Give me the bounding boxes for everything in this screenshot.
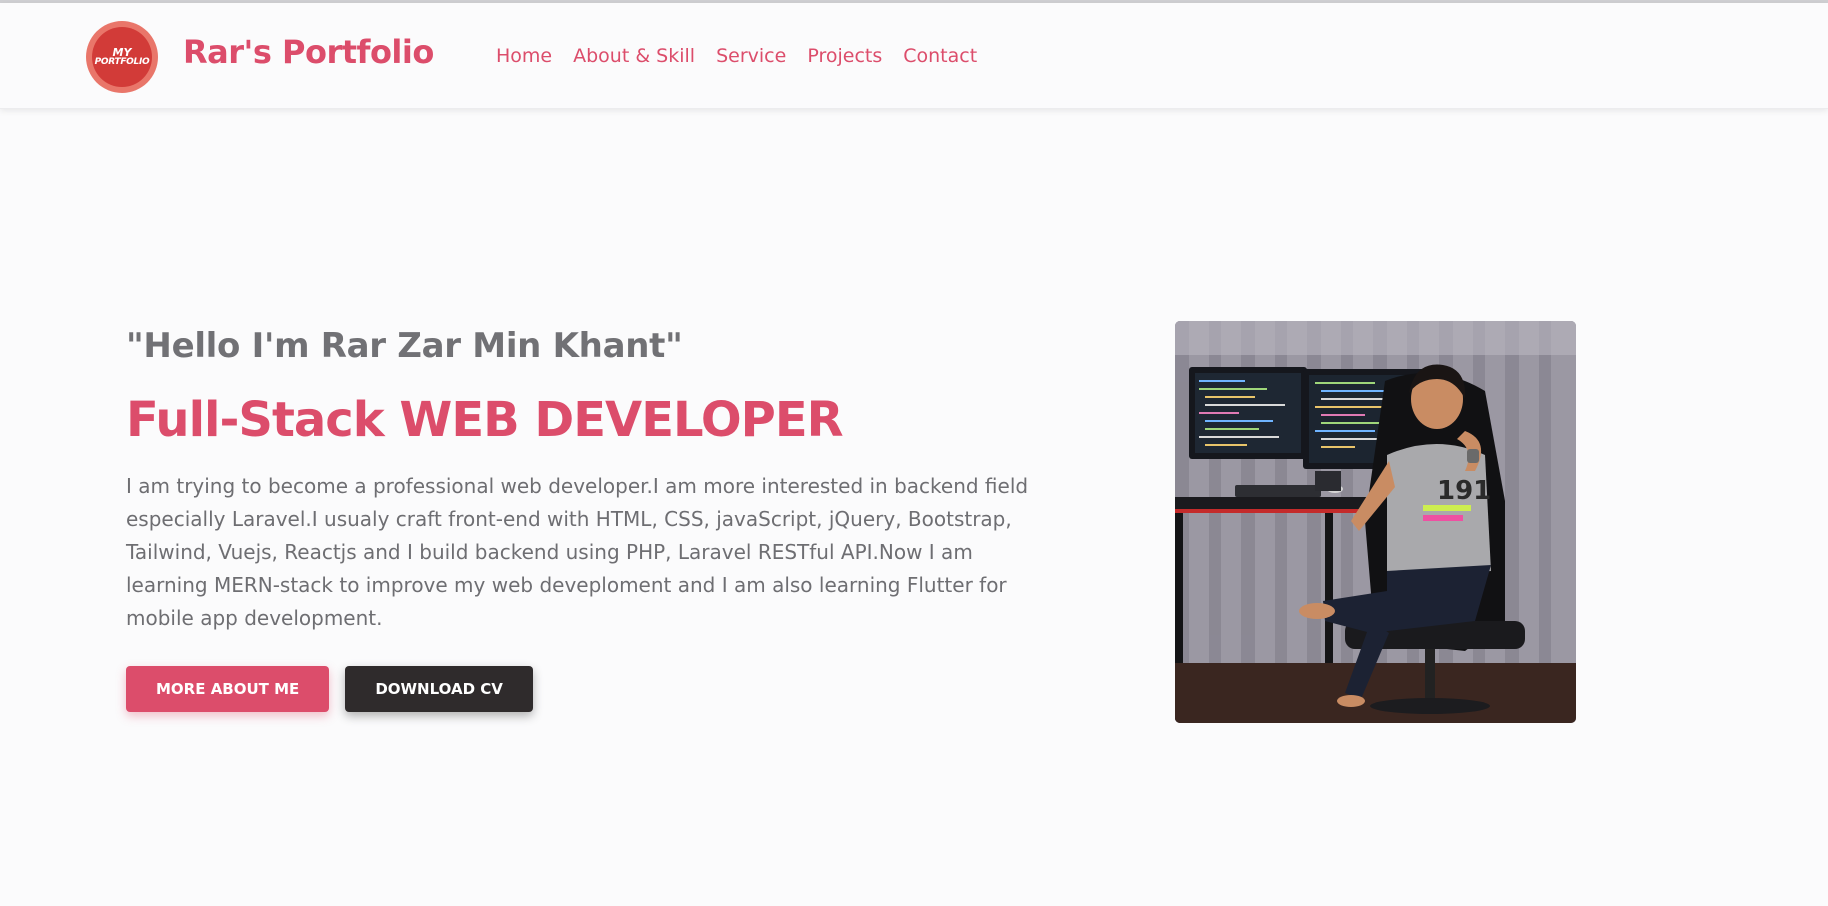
nav-item-service: Service xyxy=(716,45,786,67)
logo-text-line2: PORTFOLIO xyxy=(94,57,150,68)
portfolio-logo[interactable]: MY PORTFOLIO xyxy=(86,21,158,93)
nav-item-home: Home xyxy=(496,45,552,67)
wooden-floor xyxy=(1175,663,1576,723)
watch xyxy=(1467,449,1479,463)
profile-photo-illustration: 191 xyxy=(1175,321,1576,723)
nav-link-contact[interactable]: Contact xyxy=(903,45,977,67)
keyboard xyxy=(1235,485,1321,497)
hero-buttons: MORE ABOUT ME DOWNLOAD CV xyxy=(126,666,1046,712)
nav-item-contact: Contact xyxy=(903,45,977,67)
navbar: MY PORTFOLIO Rar's Portfolio Home About … xyxy=(0,3,1828,109)
hero-headline: Full-Stack WEB DEVELOPER xyxy=(126,392,844,448)
nav-item-projects: Projects xyxy=(807,45,882,67)
download-cv-button[interactable]: DOWNLOAD CV xyxy=(345,666,533,712)
brand-title[interactable]: Rar's Portfolio xyxy=(183,33,434,71)
logo-badge: MY PORTFOLIO xyxy=(92,27,152,87)
nav-link-home[interactable]: Home xyxy=(496,45,552,67)
nav-link-service[interactable]: Service xyxy=(716,45,786,67)
hero-bio: I am trying to become a professional web… xyxy=(126,474,1029,630)
curtain-top-band xyxy=(1175,321,1576,355)
more-about-me-button[interactable]: MORE ABOUT ME xyxy=(126,666,330,712)
hero-greeting: "Hello I'm Rar Zar Min Khant" xyxy=(126,326,683,366)
person-foot xyxy=(1299,603,1335,619)
nav-link-about-skill[interactable]: About & Skill xyxy=(573,45,695,67)
nav-item-about-skill: About & Skill xyxy=(573,45,695,67)
nav-link-projects[interactable]: Projects xyxy=(807,45,882,67)
profile-photo: 191 xyxy=(1175,321,1576,723)
tshirt-print: 191 xyxy=(1437,476,1491,506)
desk-leg-right xyxy=(1325,513,1333,663)
tshirt-print-stripe xyxy=(1423,505,1471,511)
main-nav: Home About & Skill Service Projects Cont… xyxy=(496,45,977,67)
tshirt-print-stripe-2 xyxy=(1423,515,1463,521)
monitor-stand xyxy=(1315,471,1341,491)
gaming-chair-post xyxy=(1425,649,1435,699)
hero-intro: "Hello I'm Rar Zar Min Khant" Full-Stack… xyxy=(126,326,1046,712)
person-foot-2 xyxy=(1337,695,1365,707)
gaming-chair-base xyxy=(1370,698,1490,714)
